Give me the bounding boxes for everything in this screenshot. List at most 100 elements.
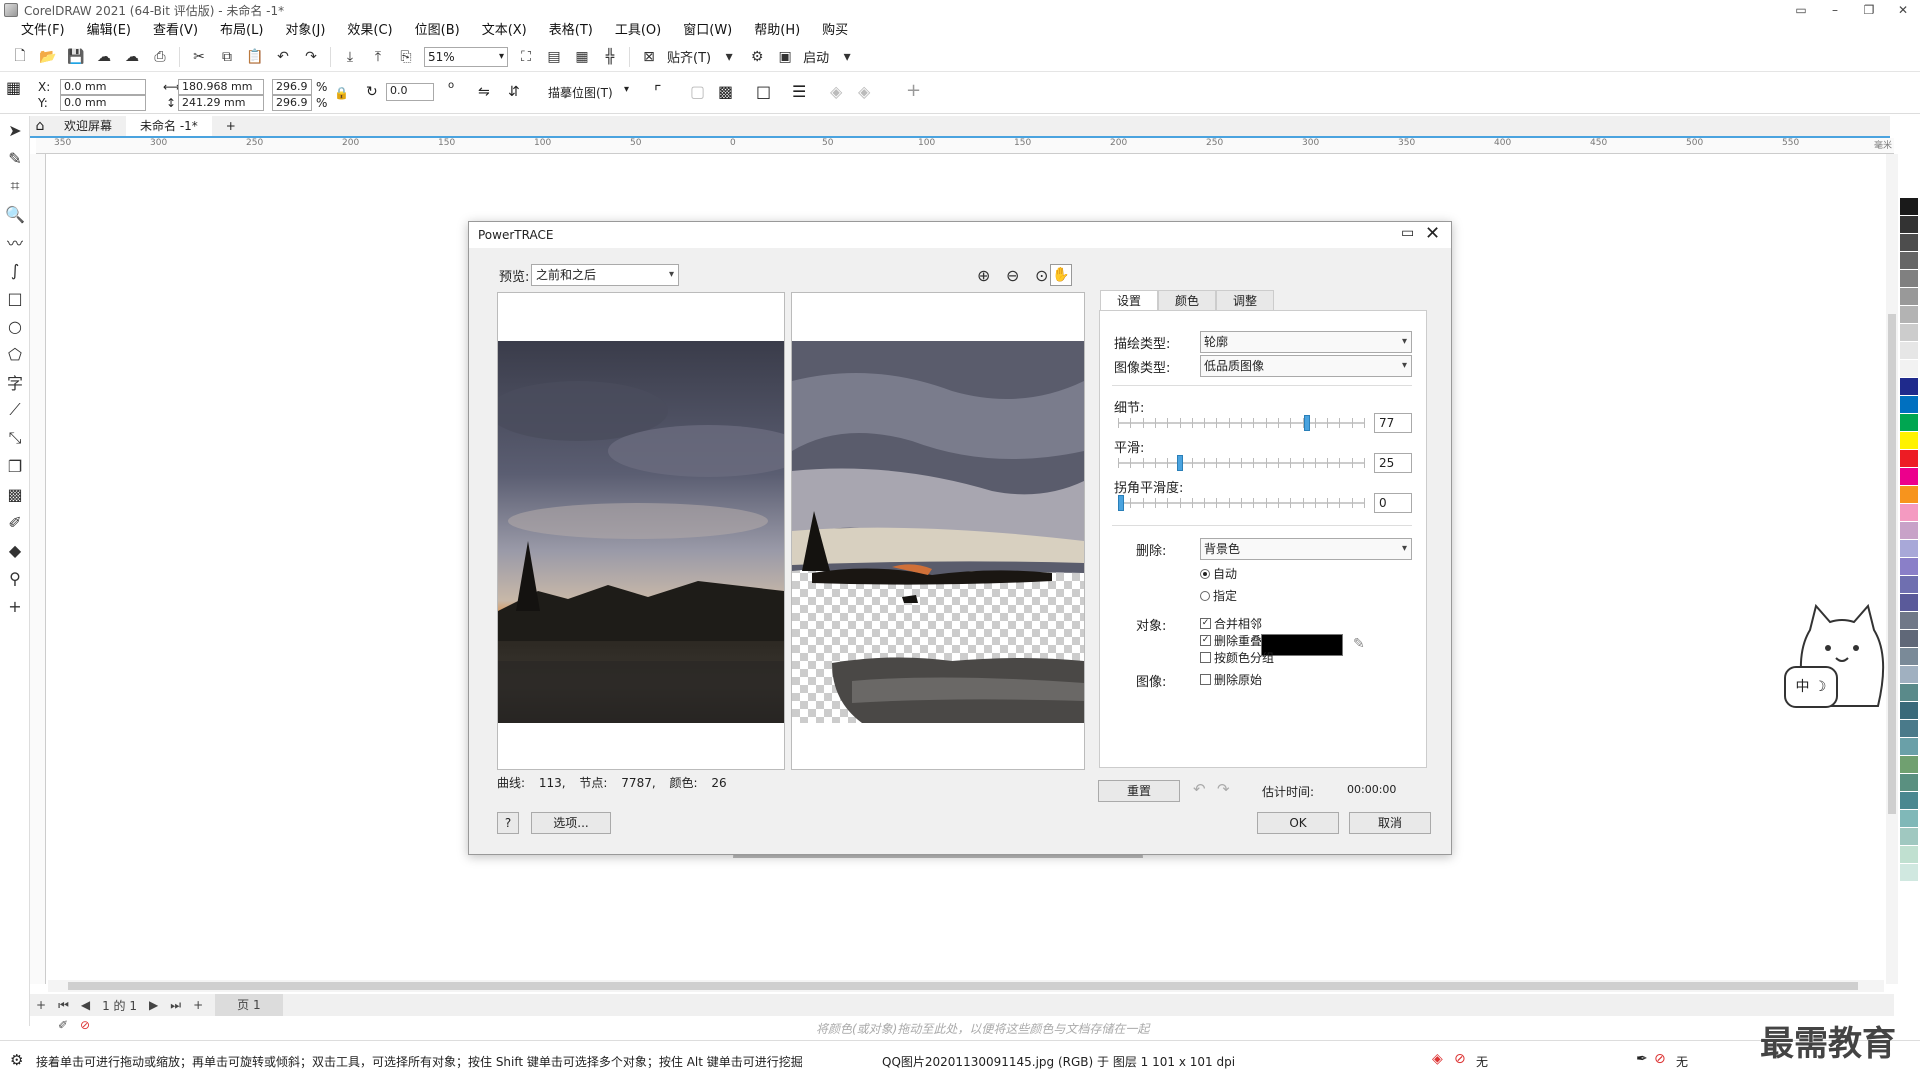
palette-swatch[interactable] [1900, 216, 1918, 234]
undo-icon[interactable]: ↶ [272, 46, 294, 68]
launch-icon[interactable]: ▣ [774, 46, 796, 68]
fill-icon[interactable]: ◈ [1432, 1051, 1443, 1067]
menu-file[interactable]: 文件(F) [10, 20, 76, 42]
page-tab[interactable]: 页 1 [215, 994, 283, 1016]
slider-thumb[interactable] [1176, 455, 1183, 471]
palette-swatch[interactable] [1900, 486, 1918, 504]
zoom-out-icon[interactable]: ⊖ [1006, 266, 1019, 285]
zoom-level-select[interactable]: 51% [424, 46, 508, 67]
export-icon[interactable]: ⤒ [367, 46, 389, 68]
detail-input[interactable]: 77 [1374, 413, 1412, 433]
new-document-icon[interactable]: 🗋 [9, 46, 31, 68]
scroll-thumb[interactable] [68, 982, 1858, 990]
auto-radio[interactable]: 自动 [1200, 565, 1237, 582]
add-page-icon[interactable]: + [193, 998, 203, 1012]
scale-x-input[interactable]: 296.9 [272, 79, 312, 95]
ellipse-tool-icon[interactable]: ○ [0, 312, 30, 340]
scale-y-input[interactable]: 296.9 [272, 95, 312, 111]
last-page-icon[interactable]: ⏭ [170, 998, 181, 1013]
redo-icon[interactable]: ↷ [1217, 780, 1230, 798]
before-preview-pane[interactable] [497, 292, 785, 770]
after-preview-pane[interactable] [791, 292, 1085, 770]
transparency-icon[interactable]: ▩ [0, 480, 30, 508]
menu-text[interactable]: 文本(X) [471, 20, 538, 42]
cancel-button[interactable]: 取消 [1349, 812, 1431, 834]
maximize-button[interactable]: ❐ [1852, 0, 1886, 20]
preview-mode-select[interactable]: 之前和之后 ▾ [531, 264, 679, 286]
corner-smoothness-input[interactable]: 0 [1374, 493, 1412, 513]
open-icon[interactable]: 📂 [37, 46, 59, 68]
palette-swatch[interactable] [1900, 630, 1918, 648]
close-button[interactable]: ✕ [1886, 0, 1920, 20]
mirror-vertical-icon[interactable]: ⇵ [508, 84, 520, 100]
palette-swatch[interactable] [1900, 324, 1918, 342]
gear-icon[interactable]: ⚙ [746, 46, 768, 68]
palette-swatch[interactable] [1900, 414, 1918, 432]
shape-tool-icon[interactable]: ✎ [0, 144, 30, 172]
palette-swatch[interactable] [1900, 756, 1918, 774]
menu-object[interactable]: 对象(J) [274, 20, 336, 42]
launch-dropdown[interactable]: 启动 [803, 47, 829, 66]
palette-swatch[interactable] [1900, 522, 1918, 540]
grid-icon[interactable]: ▦ [571, 46, 593, 68]
add-tool-icon[interactable]: + [0, 592, 30, 620]
chevron-down-icon[interactable]: ▾ [836, 46, 858, 68]
slider-thumb[interactable] [1118, 495, 1124, 511]
palette-swatch[interactable] [1900, 360, 1918, 378]
palette-swatch[interactable] [1900, 234, 1918, 252]
palette-swatch[interactable] [1900, 648, 1918, 666]
group-by-color-checkbox[interactable]: 按颜色分组 [1200, 649, 1274, 666]
text-tool-icon[interactable]: 字 [0, 368, 30, 396]
tab-settings[interactable]: 设置 [1100, 290, 1159, 310]
tab-welcome[interactable]: 欢迎屏幕 [50, 116, 126, 136]
scroll-thumb[interactable] [1888, 314, 1896, 814]
palette-swatch[interactable] [1900, 342, 1918, 360]
crop-bitmap-icon[interactable]: ⌜ [654, 82, 662, 101]
guidelines-icon[interactable]: ╬ [599, 46, 621, 68]
tab-adjust[interactable]: 调整 [1216, 290, 1275, 310]
help-button[interactable]: ? [497, 812, 519, 834]
x-position-input[interactable]: 0.0 mm [60, 79, 146, 95]
send-backward-icon[interactable]: ◈ [858, 82, 870, 101]
rotation-angle-input[interactable]: 0.0 [386, 83, 434, 101]
no-color-icon[interactable]: ⊘ [80, 1018, 90, 1032]
pick-tool-icon[interactable]: ➤ [0, 116, 30, 144]
palette-swatch[interactable] [1900, 666, 1918, 684]
menu-buy[interactable]: 购买 [811, 20, 859, 42]
palette-swatch[interactable] [1900, 432, 1918, 450]
drop-shadow-icon[interactable]: ❐ [0, 452, 30, 480]
undo-icon[interactable]: ↶ [1193, 780, 1206, 798]
palette-swatch[interactable] [1900, 702, 1918, 720]
save-icon[interactable]: 💾 [65, 46, 87, 68]
palette-swatch[interactable] [1900, 828, 1918, 846]
cloud-download-icon[interactable]: ☁ [93, 46, 115, 68]
rulers-icon[interactable]: ▤ [543, 46, 565, 68]
merge-adjacent-checkbox[interactable]: ✓ 合并相邻 [1200, 615, 1262, 632]
palette-swatch[interactable] [1900, 576, 1918, 594]
zoom-in-icon[interactable]: ⊕ [977, 266, 990, 285]
cut-icon[interactable]: ✂ [188, 46, 210, 68]
palette-swatch[interactable] [1900, 270, 1918, 288]
width-input[interactable]: 180.968 mm [178, 79, 264, 95]
slider-thumb[interactable] [1304, 415, 1311, 431]
remove-overlap-checkbox[interactable]: ✓ 删除重叠 [1200, 632, 1262, 649]
menu-edit[interactable]: 编辑(E) [76, 20, 142, 42]
rectangle-tool-icon[interactable]: □ [0, 284, 30, 312]
palette-swatch[interactable] [1900, 774, 1918, 792]
full-screen-icon[interactable]: ⛶ [515, 46, 537, 68]
home-icon[interactable]: ⌂ [30, 116, 50, 136]
menu-window[interactable]: 窗口(W) [672, 20, 743, 42]
height-input[interactable]: 241.29 mm [178, 95, 264, 111]
eyedropper-icon[interactable]: ✐ [58, 1018, 68, 1032]
menu-bitmaps[interactable]: 位图(B) [404, 20, 471, 42]
smoothing-slider[interactable] [1118, 455, 1365, 471]
corner-smoothness-slider[interactable] [1118, 495, 1365, 511]
menu-table[interactable]: 表格(T) [538, 20, 604, 42]
freehand-tool-icon[interactable]: 〰 [0, 228, 30, 256]
menu-view[interactable]: 查看(V) [142, 20, 209, 42]
crop-tool-icon[interactable]: ⌗ [0, 172, 30, 200]
zoom-fit-icon[interactable]: ⊙ [1035, 266, 1048, 285]
menu-layout[interactable]: 布局(L) [209, 20, 274, 42]
minimize-button[interactable]: – [1818, 0, 1852, 20]
add-page-icon[interactable]: + [36, 998, 46, 1012]
